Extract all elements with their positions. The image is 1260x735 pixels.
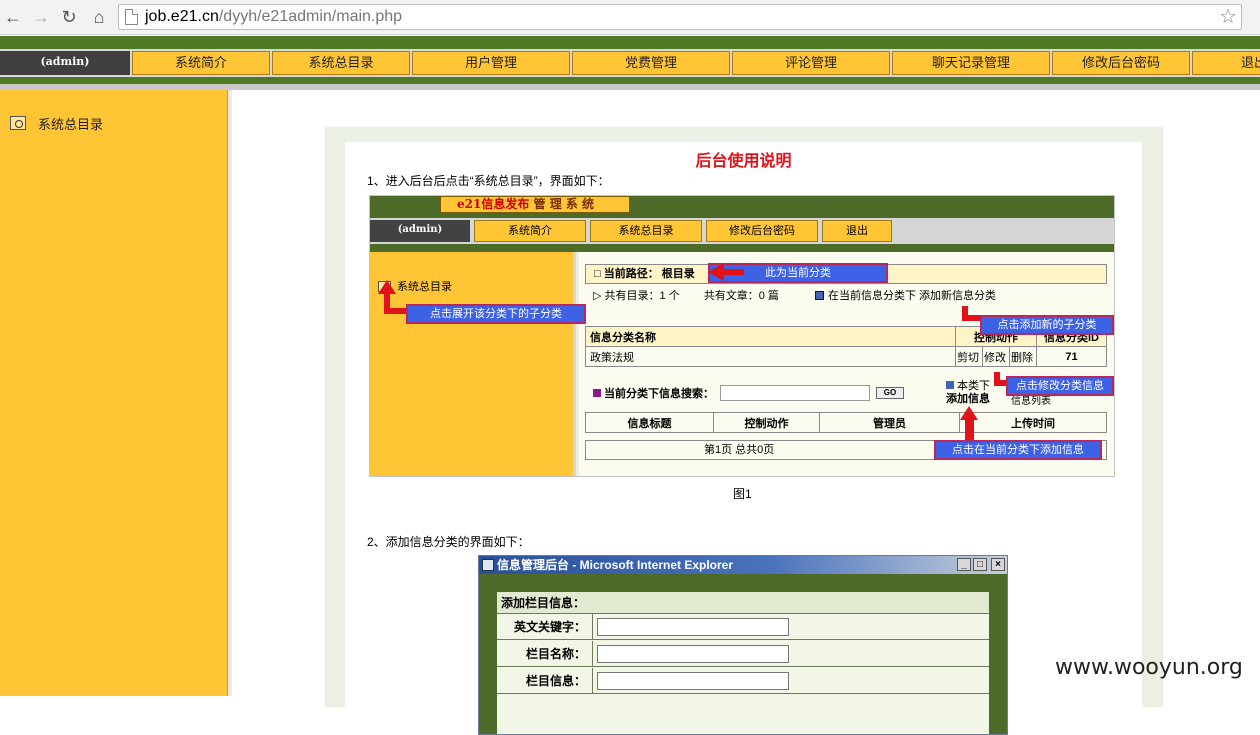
fig1-triangle-icon: ▷	[593, 290, 605, 302]
fig2-form-row: 栏目名称：	[497, 641, 989, 667]
reload-icon[interactable]: ↻	[56, 4, 82, 30]
step-1-text: 1、进入后台后点击“系统总目录”，界面如下：	[367, 174, 610, 188]
fig1-admin-label: (admin)	[370, 220, 470, 242]
watermark: www.wooyun.org	[1055, 655, 1243, 680]
ie-window-icon	[482, 559, 494, 571]
fig1-add-category: 在当前信息分类下 添加新信息分类	[815, 286, 996, 306]
callout-add-subcategory: 点击添加新的子分类	[980, 315, 1114, 335]
nav-item-logout[interactable]: 退出	[1192, 51, 1260, 75]
address-bar[interactable]: job.e21.cn/dyyh/e21admin/main.php ☆	[118, 4, 1242, 30]
arrow-shaft	[965, 418, 974, 440]
checkbox-icon	[946, 381, 954, 389]
arrow-shaft	[962, 306, 968, 320]
table-header: 上传时间	[959, 412, 1107, 433]
fig2-field-input	[597, 645, 789, 663]
fig2-field-label: 英文关键字：	[497, 614, 593, 640]
maximize-icon: □	[973, 558, 987, 571]
table-cell: 政策法规	[585, 346, 956, 367]
admin-label: (admin)	[0, 51, 130, 75]
fig1-search-box	[720, 385, 870, 401]
fig2-form-row: 栏目信息：	[497, 668, 989, 694]
fig1-nav-item: 退出	[822, 220, 892, 242]
header-band-lower	[0, 77, 1260, 84]
callout-add-info: 点击在当前分类下添加信息	[934, 440, 1102, 460]
callout-expand-subcategory: 点击展开该分类下的子分类	[406, 304, 586, 324]
fig1-nav: (admin) 系统简介 系统总目录 修改后台密码 退出	[370, 218, 1114, 244]
fig1-search: 当前分类下信息搜索： GO	[593, 385, 904, 401]
sidebar: 系统总目录	[0, 90, 228, 696]
fig1-sidebar: 系统总目录	[370, 252, 576, 476]
fig1-local-add: 本类下 添加信息	[946, 380, 990, 405]
table-header: 控制动作	[713, 412, 820, 433]
figure-2-screenshot: 信息管理后台 - Microsoft Internet Explorer _ □…	[478, 555, 1008, 735]
fig1-nav-item: 系统总目录	[590, 220, 702, 242]
forward-arrow-icon[interactable]: →	[28, 4, 54, 30]
arrow-shaft	[994, 380, 1006, 386]
fig1-nav-item: 系统简介	[474, 220, 586, 242]
page-title: 后台使用说明	[695, 153, 792, 170]
table-cell: 71	[1036, 346, 1107, 367]
sidebar-item-system-directory[interactable]: 系统总目录	[10, 114, 103, 132]
home-icon[interactable]: ⌂	[86, 4, 112, 30]
figure-1-screenshot: e21信息发布 管 理 系 统 (admin) 系统简介 系统总目录 修改后台密…	[369, 195, 1115, 477]
table-header: 管理员	[819, 412, 960, 433]
page-icon	[125, 9, 138, 25]
red-arrow-left-icon	[708, 263, 724, 281]
fig2-form-row: 英文关键字：	[497, 614, 989, 640]
browser-toolbar: ← → ↻ ⌂ job.e21.cn/dyyh/e21admin/main.ph…	[0, 0, 1260, 35]
nav-item-change-password[interactable]: 修改后台密码	[1052, 51, 1190, 75]
fig1-band	[370, 244, 1114, 252]
fig1-go-button: GO	[876, 387, 904, 399]
fig2-form-caption: 添加栏目信息：	[497, 592, 989, 614]
checkbox-icon	[815, 291, 824, 300]
fig1-info-table: 信息标题 控制动作 管理员 上传时间	[585, 412, 1107, 433]
callout-edit-category: 点击修改分类信息	[1006, 376, 1114, 396]
arrow-shaft	[724, 269, 744, 275]
nav-item-system-directory[interactable]: 系统总目录	[272, 51, 410, 75]
back-arrow-icon[interactable]: ←	[0, 4, 26, 30]
fig2-field-input	[597, 618, 789, 636]
table-cell: 剪切	[955, 346, 983, 367]
table-header: 信息分类名称	[585, 326, 956, 347]
arrow-shaft	[384, 308, 406, 314]
red-arrow-up-icon	[378, 280, 396, 294]
fig2-form: 添加栏目信息： 英文关键字： 栏目名称： 栏目信息：	[497, 592, 989, 734]
fig1-logo: e21信息发布 管 理 系 统	[440, 196, 630, 213]
doc-paper: 后台使用说明 1、进入后台后点击“系统总目录”，界面如下： e21信息发布 管 …	[345, 142, 1142, 735]
nav-item-chat-log[interactable]: 聊天记录管理	[892, 51, 1050, 75]
fig2-field-label: 栏目信息：	[497, 668, 593, 694]
fig2-window-title: 信息管理后台 - Microsoft Internet Explorer _ □…	[479, 556, 1007, 574]
sidebar-item-label: 系统总目录	[38, 116, 104, 132]
bookmark-star-icon[interactable]: ☆	[1219, 5, 1237, 29]
nav-item-party-fee[interactable]: 党费管理	[572, 51, 730, 75]
figure-1-caption: 图1	[733, 487, 752, 501]
nav-item-comments[interactable]: 评论管理	[732, 51, 890, 75]
minimize-icon: _	[957, 558, 971, 571]
square-icon	[593, 389, 601, 397]
table-cell: 删除	[1008, 346, 1038, 367]
table-header: 信息标题	[585, 412, 714, 433]
fig1-nav-item: 修改后台密码	[706, 220, 818, 242]
doc-frame: 后台使用说明 1、进入后台后点击“系统总目录”，界面如下： e21信息发布 管 …	[325, 127, 1163, 735]
fig2-field-label: 栏目名称：	[497, 641, 593, 667]
table-cell: 修改	[981, 346, 1010, 367]
close-icon: ×	[991, 558, 1005, 571]
url-text: job.e21.cn/dyyh/e21admin/main.php	[145, 8, 403, 25]
nav-item-system-intro[interactable]: 系统简介	[132, 51, 270, 75]
folder-icon	[10, 116, 26, 130]
step-2-text: 2、添加信息分类的界面如下：	[367, 535, 530, 549]
header-band	[0, 36, 1260, 49]
nav-item-user-management[interactable]: 用户管理	[412, 51, 570, 75]
red-arrow-up-icon	[960, 406, 978, 420]
fig1-header: e21信息发布 管 理 系 统	[370, 196, 1114, 218]
top-nav: (admin) 系统简介 系统总目录 用户管理 党费管理 评论管理 聊天记录管理…	[0, 49, 1260, 77]
fig2-field-input	[597, 672, 789, 690]
main-content: 后台使用说明 1、进入后台后点击“系统总目录”，界面如下： e21信息发布 管 …	[232, 90, 1260, 735]
